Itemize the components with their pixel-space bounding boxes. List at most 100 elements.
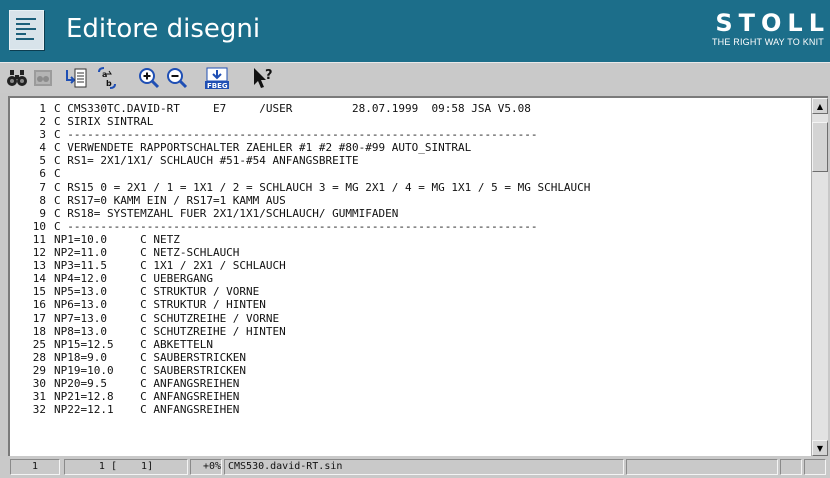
line-text: NP1=10.0 C NETZ	[54, 232, 180, 246]
pattern-editor-window: Editore disegni STOLL THE RIGHT WAY TO K…	[0, 0, 830, 478]
line-text: NP21=12.8 C ANFANGSREIHEN	[54, 390, 240, 404]
editor-line[interactable]: 16 NP6=13.0 C STRUKTUR / HINTEN	[10, 298, 808, 311]
editor-line[interactable]: 9 C RS18= SYSTEMZAHL FUER 2X1/1X1/SCHLAUC…	[10, 207, 808, 220]
line-text: NP15=12.5 C ABKETTELN	[54, 337, 213, 351]
line-text: C --------------------------------------…	[54, 128, 538, 142]
scroll-up-button[interactable]: ▲	[812, 98, 828, 114]
line-number: 1	[39, 102, 46, 115]
line-text: NP22=12.1 C ANFANGSREIHEN	[54, 403, 240, 417]
editor-line[interactable]: 11 NP1=10.0 C NETZ	[10, 233, 808, 246]
goto-line-icon	[66, 68, 87, 88]
replace-button[interactable]: a b	[94, 66, 120, 90]
line-number: 7	[39, 180, 46, 194]
line-text: NP7=13.0 C SCHUTZREIHE / VORNE	[54, 311, 280, 325]
zoom-in-icon	[139, 68, 160, 89]
brand-tagline: THE RIGHT WAY TO KNIT	[711, 37, 824, 47]
line-number: 15	[32, 285, 46, 299]
line-text: NP18=9.0 C SAUBERSTRICKEN	[54, 350, 247, 364]
editor-line[interactable]: 6C	[10, 167, 808, 180]
line-text: NP8=13.0 C SCHUTZREIHE / HINTEN	[54, 324, 286, 338]
line-number: 12	[32, 246, 46, 260]
editor-line[interactable]: 15 NP5=13.0 C STRUKTUR / VORNE	[10, 285, 808, 298]
scroll-down-button[interactable]: ▼	[812, 440, 828, 456]
editor-line[interactable]: 29 NP19=10.0 C SAUBERSTRICKEN	[10, 364, 808, 377]
line-number: 14	[32, 272, 46, 286]
line-text: NP6=13.0 C STRUKTUR / HINTEN	[54, 298, 266, 312]
svg-text:a: a	[102, 70, 107, 79]
line-number: 28	[32, 350, 46, 364]
brand-name: STOLL	[715, 9, 830, 37]
fbeg-button[interactable]: FBEG	[204, 66, 230, 90]
zoom-out-button[interactable]	[164, 66, 190, 90]
line-text: NP20=9.5 C ANFANGSREIHEN	[54, 376, 240, 390]
binoculars-icon	[7, 70, 27, 86]
editor-line[interactable]: 8 C RS17=0 KAMM EIN / RS17=1 KAMM AUS	[10, 194, 808, 207]
editor-line[interactable]: 17 NP7=13.0 C SCHUTZREIHE / VORNE	[10, 312, 808, 325]
editor-line[interactable]: 13 NP3=11.5 C 1X1 / 2X1 / SCHLAUCH	[10, 259, 808, 272]
context-help-icon: ?	[254, 68, 273, 88]
editor-line[interactable]: 30 NP20=9.5 C ANFANGSREIHEN	[10, 377, 808, 390]
editor-line[interactable]: 14 NP4=12.0 C UEBERGANG	[10, 272, 808, 285]
line-text: C RS1= 2X1/1X1/ SCHLAUCH #51-#54 ANFANGS…	[54, 154, 359, 168]
line-number: 2	[39, 115, 46, 129]
editor-line[interactable]: 25 NP15=12.5 C ABKETTELN	[10, 338, 808, 351]
line-text: NP4=12.0 C UEBERGANG	[54, 272, 213, 286]
line-text: C VERWENDETE RAPPORTSCHALTER ZAEHLER #1 …	[54, 141, 472, 155]
line-text: NP5=13.0 C STRUKTUR / VORNE	[54, 285, 260, 299]
line-number: 9	[39, 206, 46, 220]
line-number: 25	[32, 337, 46, 351]
toolbar: a b FBEG ?	[0, 62, 830, 93]
status-bar: 1 1 [ 1] +0% CMS530.david-RT.sin	[0, 456, 830, 478]
line-number: 3	[39, 128, 46, 142]
editor-line[interactable]: 32 NP22=12.1 C ANFANGSREIHEN	[10, 403, 808, 416]
brand-logo: STOLL THE RIGHT WAY TO KNIT	[712, 9, 824, 48]
editor-line[interactable]: 31 NP21=12.8 C ANFANGSREIHEN	[10, 390, 808, 403]
status-field-empty	[626, 459, 778, 475]
editor-line[interactable]: 5 C RS1= 2X1/1X1/ SCHLAUCH #51-#54 ANFANG…	[10, 154, 808, 167]
zoom-in-button[interactable]	[136, 66, 162, 90]
binoculars-disabled-icon	[34, 70, 52, 86]
editor-line[interactable]: 10 C ------------------------------------…	[10, 220, 808, 233]
context-help-button[interactable]: ?	[250, 66, 276, 90]
window-title: Editore disegni	[66, 14, 261, 44]
line-number: 17	[32, 311, 46, 325]
status-percent: +0%	[190, 459, 222, 475]
find-next-button[interactable]	[30, 66, 56, 90]
line-number: 30	[32, 376, 46, 390]
line-text: NP19=10.0 C SAUBERSTRICKEN	[54, 363, 247, 377]
editor-line[interactable]: 12 NP2=11.0 C NETZ-SCHLAUCH	[10, 246, 808, 259]
goto-line-button[interactable]	[63, 66, 89, 90]
line-number: 32	[32, 403, 46, 417]
line-text: C	[54, 167, 61, 181]
editor-line[interactable]: 1 C CMS330TC.DAVID-RT E7 /USER 28.07.1999…	[10, 102, 808, 115]
editor-line[interactable]: 18 NP8=13.0 C SCHUTZREIHE / HINTEN	[10, 325, 808, 338]
line-number: 13	[32, 259, 46, 273]
status-filename: CMS530.david-RT.sin	[224, 459, 624, 475]
fbeg-icon: FBEG	[205, 67, 229, 90]
line-text: C RS17=0 KAMM EIN / RS17=1 KAMM AUS	[54, 193, 286, 207]
line-number: 8	[39, 193, 46, 207]
line-text: C CMS330TC.DAVID-RT E7 /USER 28.07.1999 …	[54, 102, 531, 115]
status-field-small-1	[780, 459, 802, 475]
svg-text:FBEG: FBEG	[207, 82, 228, 90]
editor-line[interactable]: 28 NP18=9.0 C SAUBERSTRICKEN	[10, 351, 808, 364]
status-position: 1 [ 1]	[64, 459, 188, 475]
editor-line[interactable]: 2 C SIRIX SINTRAL	[10, 115, 808, 128]
line-number: 4	[39, 141, 46, 155]
editor-lines: 1 C CMS330TC.DAVID-RT E7 /USER 28.07.1999…	[10, 102, 808, 416]
find-button[interactable]	[4, 66, 30, 90]
editor-line[interactable]: 4 C VERWENDETE RAPPORTSCHALTER ZAEHLER #1…	[10, 141, 808, 154]
vertical-scrollbar[interactable]: ▲ ▼	[811, 98, 828, 456]
code-editor[interactable]: 1 C CMS330TC.DAVID-RT E7 /USER 28.07.1999…	[8, 96, 828, 456]
line-number: 11	[32, 232, 46, 246]
line-text: NP3=11.5 C 1X1 / 2X1 / SCHLAUCH	[54, 259, 286, 273]
status-line: 1	[10, 459, 60, 475]
svg-text:?: ?	[265, 68, 273, 83]
line-number: 31	[32, 390, 46, 404]
scrollbar-thumb[interactable]	[812, 122, 828, 172]
editor-line[interactable]: 3 C -------------------------------------…	[10, 128, 808, 141]
zoom-out-icon	[167, 68, 188, 89]
line-text: NP2=11.0 C NETZ-SCHLAUCH	[54, 246, 240, 260]
line-text: C --------------------------------------…	[54, 219, 538, 233]
editor-line[interactable]: 7 C RS15 0 = 2X1 / 1 = 1X1 / 2 = SCHLAUCH…	[10, 181, 808, 194]
